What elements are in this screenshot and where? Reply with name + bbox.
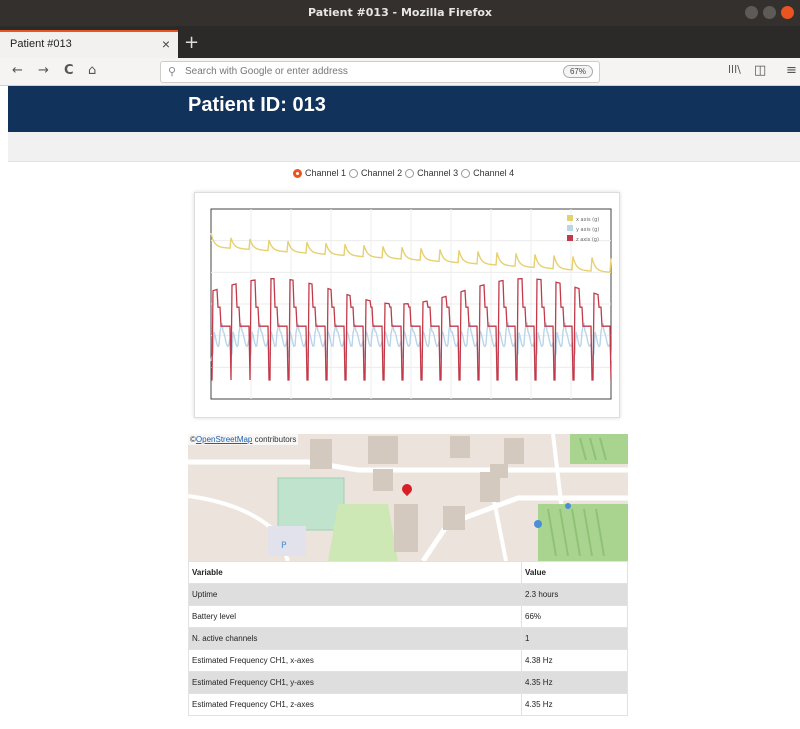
map-tiles: P [188,434,628,561]
value-cell: 4.38 Hz [521,649,628,672]
tab-strip: Patient #013 × + [0,26,800,58]
variable-cell: Estimated Frequency CH1, y-axes [188,671,522,694]
page-header: Patient ID: 013 [8,86,800,132]
new-tab-icon[interactable]: + [184,32,199,53]
value-cell: 4.35 Hz [521,671,628,694]
address-bar[interactable]: ⚲ Search with Google or enter address 67… [160,61,600,83]
library-icon[interactable]: lll\ [728,63,741,76]
channel-label: Channel 2 [361,168,403,178]
radio-button[interactable] [293,168,302,178]
value-cell: 2.3 hours [521,583,628,606]
maximize-button[interactable] [763,6,776,19]
location-map[interactable]: P ©OpenStreetMap contributors [188,434,628,561]
channel-radio-1[interactable]: Channel 1 [293,168,346,178]
window-titlebar: Patient #013 - Mozilla Firefox [0,0,800,26]
sidebar-icon[interactable]: ◫ [754,63,766,78]
table-header-row: Variable Value [188,561,628,584]
patient-info-table: Variable Value Uptime 2.3 hours Battery le… [188,561,628,716]
variable-header: Variable [188,561,522,584]
table-row: Estimated Frequency CH1, z-axes 4.35 Hz [188,693,628,716]
channel-radio-3[interactable]: Channel 3 [405,168,458,178]
openstreetmap-link[interactable]: OpenStreetMap [196,435,252,444]
radio-button[interactable] [349,168,359,178]
tab-patient[interactable]: Patient #013 × [0,30,178,58]
tab-label: Patient #013 [10,38,72,50]
table-row: N. active channels 1 [188,627,628,650]
attribution-text: contributors [252,435,297,444]
radio-button[interactable] [405,168,415,178]
back-icon[interactable]: ← [12,63,23,78]
home-icon[interactable]: ⌂ [88,63,96,78]
reload-icon[interactable]: C [64,63,74,78]
close-window-button[interactable] [781,6,794,19]
legend-swatch-3 [567,235,573,241]
radio-button[interactable] [461,168,471,178]
channel-label: Channel 4 [473,168,515,178]
variable-cell: N. active channels [188,627,522,650]
table-row: Estimated Frequency CH1, y-axes 4.35 Hz [188,671,628,694]
svg-text:P: P [281,541,287,551]
table-row: Uptime 2.3 hours [188,583,628,606]
page-subbar [8,132,800,162]
chart-svg: x axis (g) y axis (g) z axis (g) [210,208,612,400]
value-cell: 66% [521,605,628,628]
channel-radio-2[interactable]: Channel 2 [349,168,402,178]
accelerometer-chart: x axis (g) y axis (g) z axis (g) [194,192,620,418]
value-header: Value [521,561,628,584]
value-cell: 1 [521,627,628,650]
channel-radio-4[interactable]: Channel 4 [461,168,514,178]
menu-icon[interactable]: ≡ [786,63,797,78]
forward-icon[interactable]: → [38,63,49,78]
channel-label: Channel 3 [417,168,459,178]
variable-cell: Estimated Frequency CH1, x-axes [188,649,522,672]
table-row: Estimated Frequency CH1, x-axes 4.38 Hz [188,649,628,672]
channel-label: Channel 1 [305,168,347,178]
legend-label-3: z axis (g) [576,237,599,243]
legend-label-2: y axis (g) [576,227,599,233]
variable-cell: Battery level [188,605,522,628]
value-cell: 4.35 Hz [521,693,628,716]
window-title: Patient #013 - Mozilla Firefox [307,6,493,19]
navigation-toolbar: ← → C ⌂ ⚲ Search with Google or enter ad… [0,58,800,86]
legend-swatch-2 [567,225,573,231]
zoom-level-badge[interactable]: 67% [562,65,593,78]
variable-cell: Uptime [188,583,522,606]
channel-selector: Channel 1 Channel 2 Channel 3 Channel 4 [293,166,517,180]
legend-swatch-1 [567,215,573,221]
table-row: Battery level 66% [188,605,628,628]
variable-cell: Estimated Frequency CH1, z-axes [188,693,522,716]
address-placeholder: Search with Google or enter address [185,66,348,77]
minimize-button[interactable] [745,6,758,19]
page-title: Patient ID: 013 [188,94,326,116]
search-icon: ⚲ [168,66,177,78]
legend-label-1: x axis (g) [576,217,599,223]
tab-close-icon[interactable]: × [162,36,170,52]
map-attribution: ©OpenStreetMap contributors [188,434,299,445]
